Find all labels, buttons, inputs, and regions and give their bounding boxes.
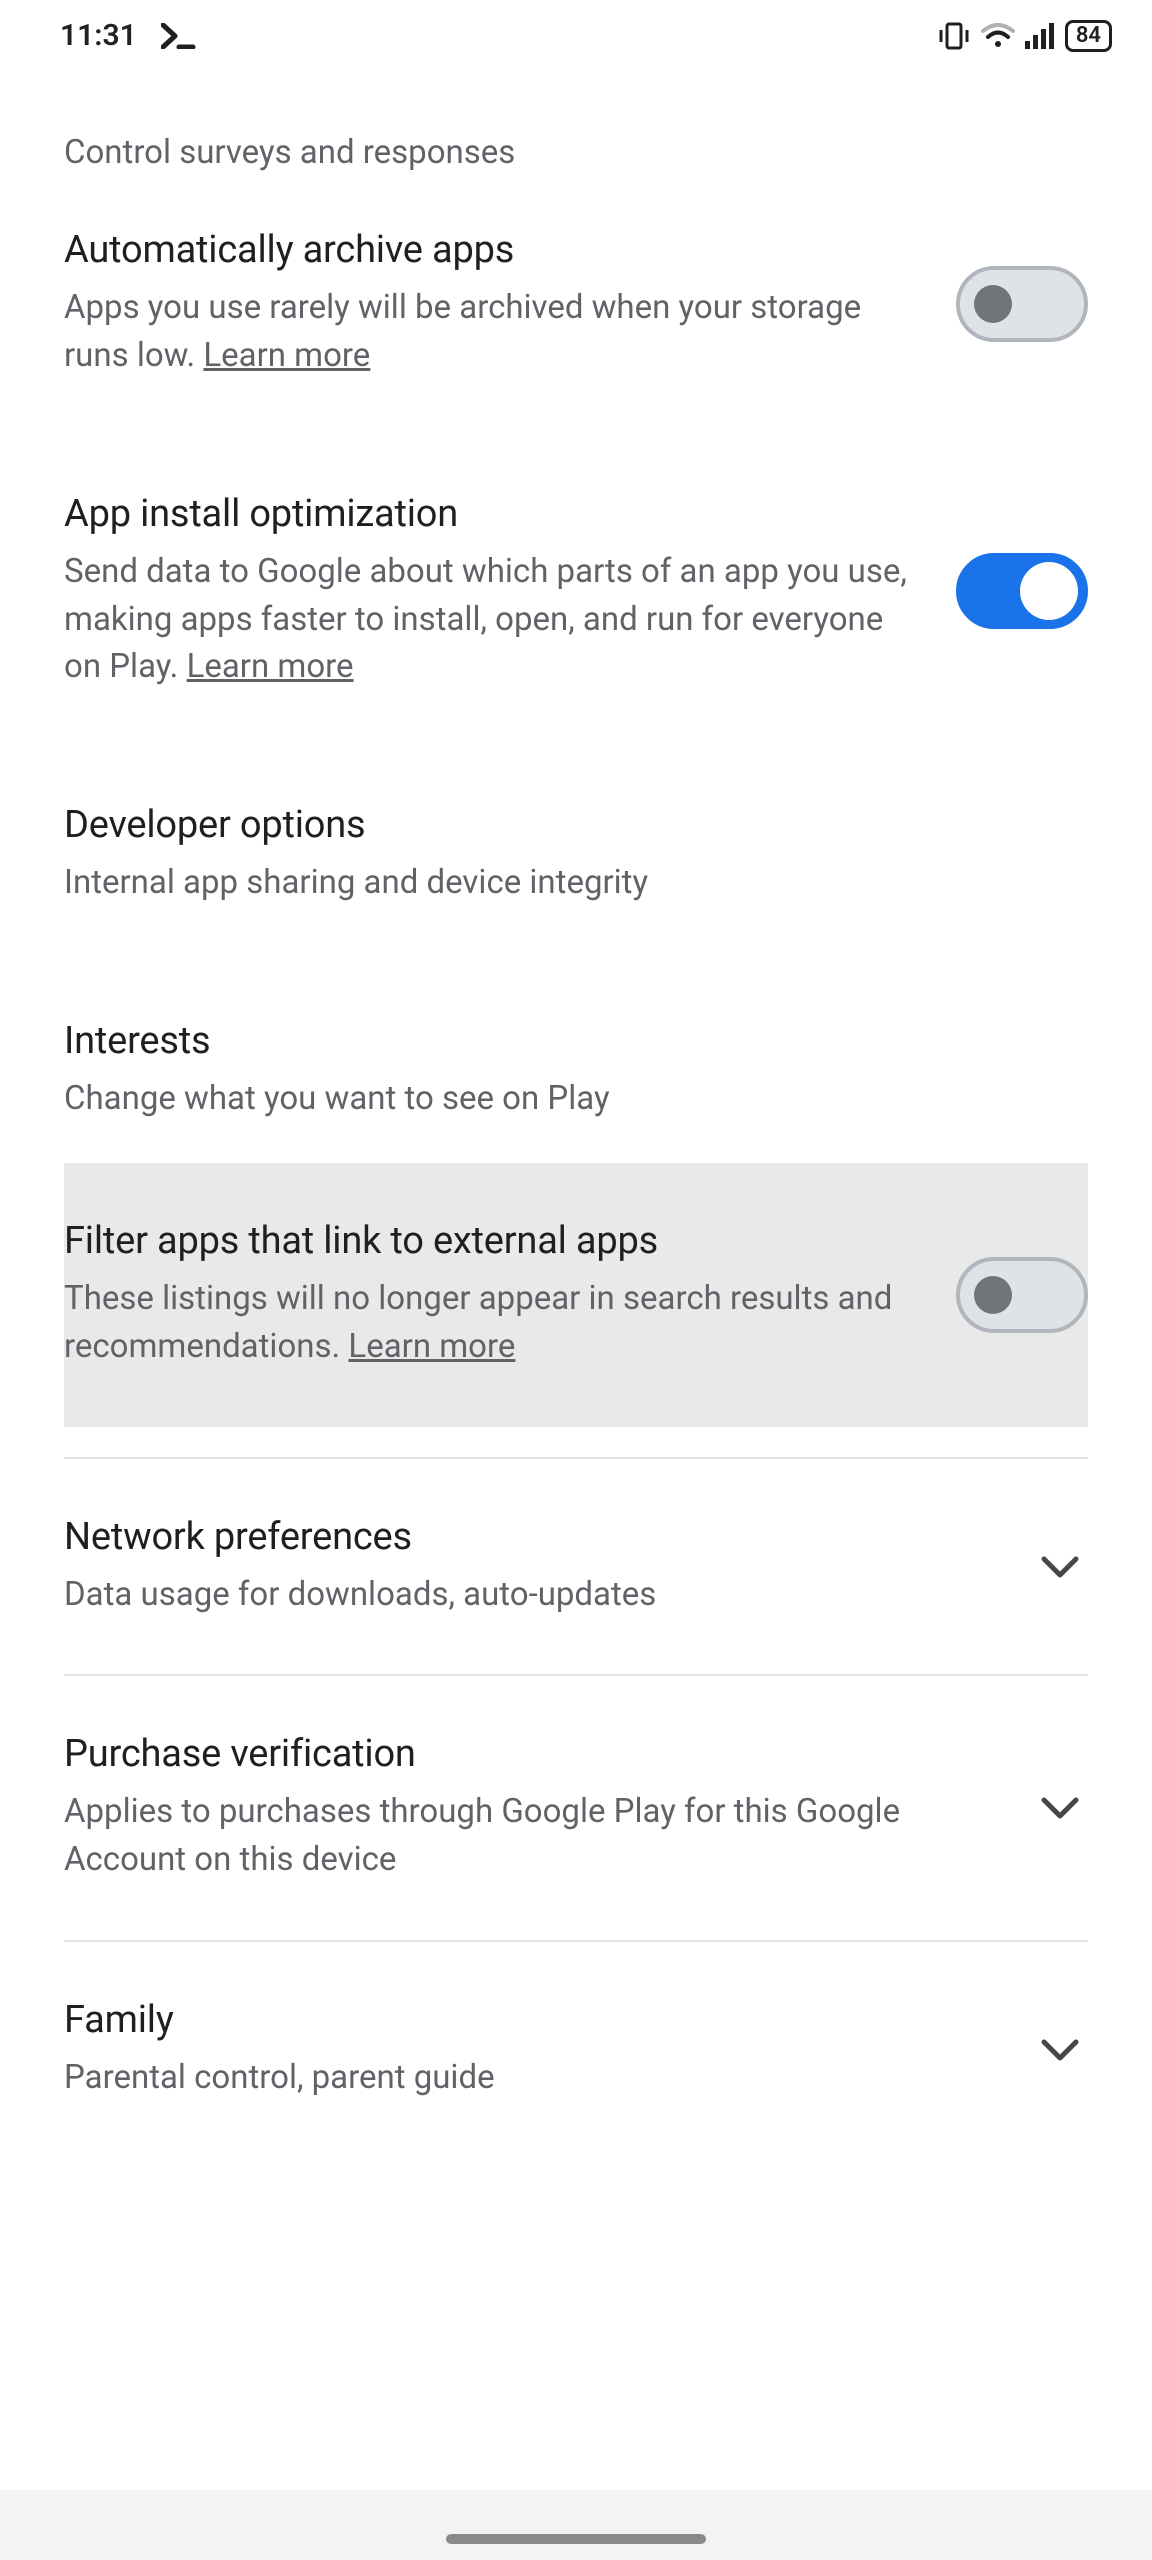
setting-subtitle: Parental control, parent guide: [64, 2054, 1004, 2102]
status-bar-left: 11:31: [60, 18, 201, 53]
status-bar-right: 84: [937, 20, 1112, 52]
setting-subtitle: Apps you use rarely will be archived whe…: [64, 284, 928, 380]
setting-family[interactable]: Family Parental control, parent guide: [0, 1942, 1152, 2158]
nav-bar-background: [0, 2490, 1152, 2560]
settings-list: Control surveys and responses Automatica…: [0, 63, 1152, 2158]
chevron-down-icon: [1032, 1794, 1088, 1822]
setting-title: Network preferences: [64, 1515, 1004, 1559]
setting-title: Purchase verification: [64, 1732, 1004, 1776]
terminal-prompt-icon: [161, 23, 201, 49]
setting-text: App install optimization Send data to Go…: [64, 492, 928, 692]
setting-subtitle: Applies to purchases through Google Play…: [64, 1788, 1004, 1884]
learn-more-link[interactable]: Learn more: [187, 647, 354, 686]
learn-more-link[interactable]: Learn more: [348, 1327, 515, 1366]
setting-text: Interests Change what you want to see on…: [64, 1019, 1088, 1123]
setting-subtitle: These listings will no longer appear in …: [64, 1275, 928, 1371]
setting-text: Family Parental control, parent guide: [64, 1998, 1004, 2102]
setting-title: Automatically archive apps: [64, 228, 928, 272]
wifi-icon: [981, 23, 1015, 49]
status-time: 11:31: [60, 18, 137, 53]
setting-title: Developer options: [64, 803, 1088, 847]
setting-subtitle: Data usage for downloads, auto-updates: [64, 1571, 1004, 1619]
setting-subtitle: Send data to Google about which parts of…: [64, 548, 928, 692]
setting-title: Interests: [64, 1019, 1088, 1063]
toggle-filter-external-apps[interactable]: [956, 1257, 1088, 1333]
setting-title: Filter apps that link to external apps: [64, 1219, 928, 1263]
chevron-down-icon: [1032, 2036, 1088, 2064]
toggle-knob: [1020, 562, 1078, 620]
setting-title: Family: [64, 1998, 1004, 2042]
setting-filter-external-apps-highlight: Filter apps that link to external apps T…: [64, 1163, 1088, 1427]
home-indicator[interactable]: [446, 2534, 706, 2544]
setting-text: Automatically archive apps Apps you use …: [64, 228, 928, 380]
setting-filter-external-apps[interactable]: Filter apps that link to external apps T…: [64, 1219, 1088, 1371]
toggle-install-optimization[interactable]: [956, 553, 1088, 629]
signal-icon: [1025, 23, 1055, 49]
setting-purchase-verification[interactable]: Purchase verification Applies to purchas…: [0, 1676, 1152, 1940]
setting-subtitle: Internal app sharing and device integrit…: [64, 859, 1088, 907]
toggle-knob: [974, 1276, 1012, 1314]
setting-subtitle: Change what you want to see on Play: [64, 1075, 1088, 1123]
setting-interests[interactable]: Interests Change what you want to see on…: [0, 963, 1152, 1163]
setting-subtitle-text: Apps you use rarely will be archived whe…: [64, 288, 861, 375]
setting-text: Purchase verification Applies to purchas…: [64, 1732, 1004, 1884]
learn-more-link[interactable]: Learn more: [203, 336, 370, 375]
setting-install-optimization[interactable]: App install optimization Send data to Go…: [0, 436, 1152, 748]
toggle-knob: [974, 285, 1012, 323]
setting-text: Filter apps that link to external apps T…: [64, 1219, 928, 1371]
setting-network-preferences[interactable]: Network preferences Data usage for downl…: [0, 1459, 1152, 1675]
vibrate-icon: [937, 22, 971, 50]
toggle-archive-apps[interactable]: [956, 266, 1088, 342]
setting-subtitle-surveys[interactable]: Control surveys and responses: [0, 63, 1152, 172]
battery-indicator: 84: [1065, 20, 1112, 52]
setting-text: Network preferences Data usage for downl…: [64, 1515, 1004, 1619]
setting-title: App install optimization: [64, 492, 928, 536]
setting-developer-options[interactable]: Developer options Internal app sharing a…: [0, 747, 1152, 963]
status-bar: 11:31 84: [0, 0, 1152, 63]
setting-text: Developer options Internal app sharing a…: [64, 803, 1088, 907]
setting-archive-apps[interactable]: Automatically archive apps Apps you use …: [0, 172, 1152, 436]
chevron-down-icon: [1032, 1553, 1088, 1581]
